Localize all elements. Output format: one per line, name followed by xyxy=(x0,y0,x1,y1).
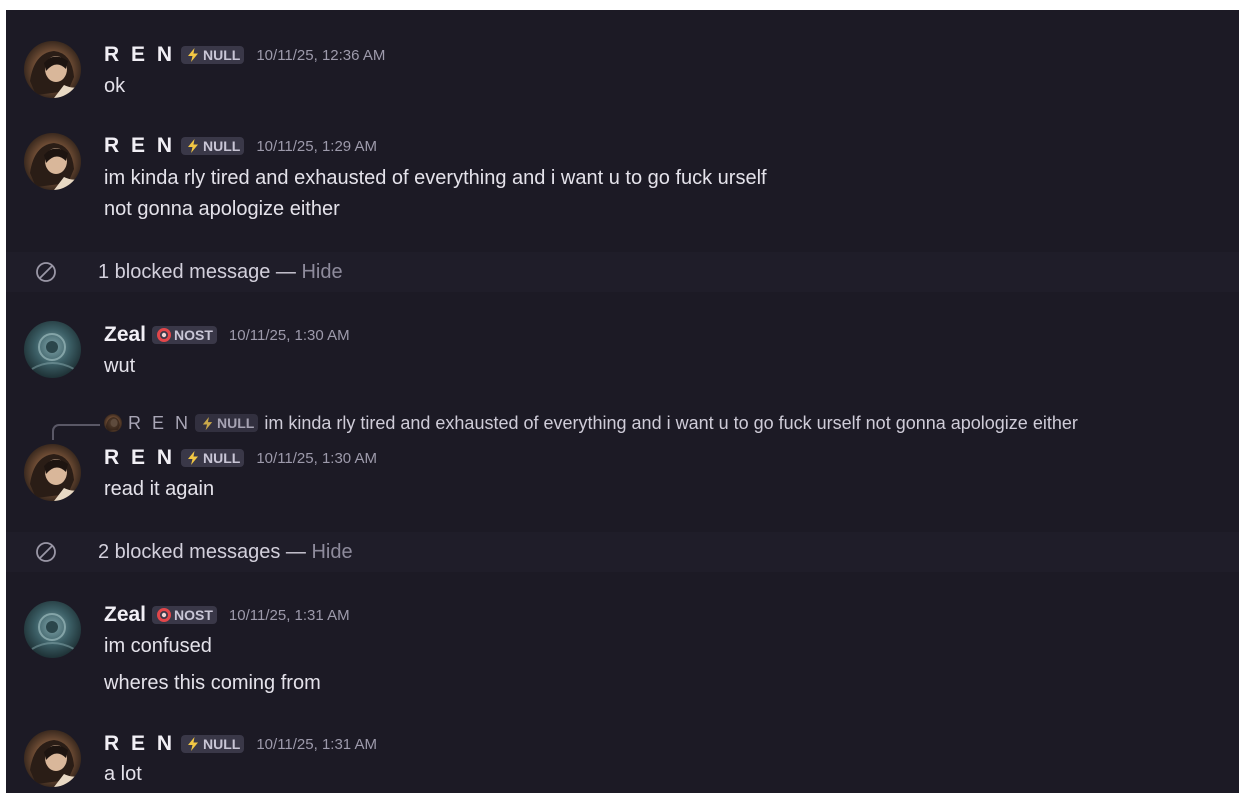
timestamp[interactable]: 10/11/25, 1:31 AM xyxy=(256,736,377,753)
avatar[interactable] xyxy=(24,41,81,98)
timestamp[interactable]: 10/11/25, 1:29 AM xyxy=(256,138,377,155)
tag-label: NULL xyxy=(203,138,241,154)
lightning-bolt-icon xyxy=(184,735,202,753)
reply-preview[interactable]: R E N NULL im kinda rly tired and exhaus… xyxy=(104,411,1078,435)
reply-text: im kinda rly tired and exhausted of ever… xyxy=(264,412,1078,433)
lightning-bolt-icon xyxy=(198,414,216,432)
message-text: ok xyxy=(104,75,126,97)
blocked-count-text: 2 blocked messages — xyxy=(98,541,312,563)
user-tag[interactable]: NULL xyxy=(181,735,245,753)
tag-label: NOST xyxy=(174,607,213,623)
tag-label: NULL xyxy=(203,736,241,752)
user-tag[interactable]: NULL xyxy=(181,46,245,64)
timestamp[interactable]: 10/11/25, 1:31 AM xyxy=(229,607,350,624)
username[interactable]: Zeal xyxy=(104,323,146,347)
tag-label: NULL xyxy=(203,47,241,63)
timestamp[interactable]: 10/11/25, 1:30 AM xyxy=(256,450,377,467)
hide-blocked-link[interactable]: Hide xyxy=(301,261,342,283)
lightning-bolt-icon xyxy=(184,137,202,155)
red-ring-icon xyxy=(155,606,173,624)
blocked-messages-bar: 2 blocked messages — Hide xyxy=(6,532,1239,572)
username[interactable]: R E N xyxy=(104,134,175,158)
message-text: im confused xyxy=(104,635,212,657)
message-text: wheres this coming from xyxy=(104,672,321,694)
user-tag[interactable]: NOST xyxy=(152,326,217,344)
reply-username[interactable]: R E N xyxy=(128,413,191,434)
tag-label: NOST xyxy=(174,327,213,343)
tag-label: NULL xyxy=(203,450,241,466)
blocked-messages-bar: 1 blocked message — Hide xyxy=(6,252,1239,292)
message-text: wut xyxy=(104,355,136,377)
red-ring-icon xyxy=(155,326,173,344)
avatar[interactable] xyxy=(24,601,81,658)
tag-label: NULL xyxy=(217,415,255,431)
avatar[interactable] xyxy=(24,321,81,378)
chat-message-list: R E N NULL 10/11/25, 12:36 AM ok R E N N… xyxy=(6,10,1239,793)
username[interactable]: Zeal xyxy=(104,603,146,627)
timestamp[interactable]: 10/11/25, 1:30 AM xyxy=(229,327,350,344)
user-tag[interactable]: NOST xyxy=(152,606,217,624)
avatar xyxy=(104,414,122,432)
username[interactable]: R E N xyxy=(104,446,175,470)
timestamp[interactable]: 10/11/25, 12:36 AM xyxy=(256,47,385,64)
message-text: a lot xyxy=(104,763,142,785)
message-text: not gonna apologize either xyxy=(104,198,340,220)
message-text: im kinda rly tired and exhausted of ever… xyxy=(104,167,767,189)
blocked-circle-icon xyxy=(35,541,57,563)
message-text: read it again xyxy=(104,478,215,500)
user-tag[interactable]: NULL xyxy=(181,449,245,467)
lightning-bolt-icon xyxy=(184,46,202,64)
username[interactable]: R E N xyxy=(104,732,175,756)
blocked-count-text: 1 blocked message — xyxy=(98,261,302,283)
blocked-circle-icon xyxy=(35,261,57,283)
avatar[interactable] xyxy=(24,133,81,190)
reply-spine xyxy=(52,424,100,440)
lightning-bolt-icon xyxy=(184,449,202,467)
username[interactable]: R E N xyxy=(104,43,175,67)
hide-blocked-link[interactable]: Hide xyxy=(311,541,352,563)
avatar[interactable] xyxy=(24,444,81,501)
user-tag[interactable]: NULL xyxy=(181,137,245,155)
user-tag: NULL xyxy=(195,414,259,432)
avatar[interactable] xyxy=(24,730,81,787)
